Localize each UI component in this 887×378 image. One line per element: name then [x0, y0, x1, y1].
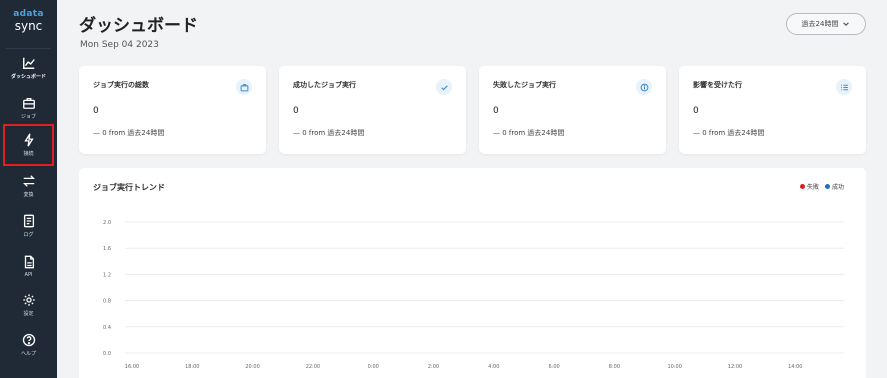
log-icon — [23, 214, 34, 228]
sidebar-item-connections[interactable]: 接続 — [3, 124, 54, 166]
sidebar-item-logs[interactable]: ログ — [4, 208, 53, 244]
sidebar-item-label: ダッシュボード — [10, 74, 46, 80]
card-value: 0 — [693, 106, 699, 116]
card-title: 影響を受けた行 — [693, 81, 742, 89]
sidebar-item-label: API — [24, 271, 33, 278]
job-trend-panel: ジョブ実行トレンド 失敗 成功 0.0 0.4 0.8 1.2 1.6 2.0 16:00 1… — [79, 168, 866, 378]
arrows-swap-icon — [22, 175, 35, 187]
x-tick-label: 20:00 — [245, 364, 259, 370]
card-title: 失敗したジョブ実行 — [493, 81, 556, 89]
x-tick-label: 12:00 — [728, 364, 742, 370]
help-icon — [22, 333, 35, 347]
sidebar-item-dashboard[interactable]: ダッシュボード — [4, 50, 53, 86]
sidebar-item-transform[interactable]: 変換 — [4, 168, 53, 204]
document-icon — [24, 255, 34, 268]
sidebar-item-help[interactable]: ヘルプ — [4, 327, 53, 363]
card-icon — [436, 79, 452, 95]
sidebar-item-settings[interactable]: 設定 — [4, 287, 53, 323]
sidebar: adata sync ダッシュボード ジョブ 接続 変換 ログ API 設定 ヘ… — [0, 0, 57, 378]
x-tick-label: 14:00 — [788, 364, 802, 370]
card-value: 0 — [293, 106, 299, 116]
y-tick-label: 1.2 — [103, 272, 111, 278]
sidebar-item-label: ジョブ — [20, 114, 36, 120]
gear-icon — [22, 294, 35, 306]
y-tick-label: 2.0 — [103, 220, 111, 226]
card-value: 0 — [493, 106, 499, 116]
x-tick-label: 18:00 — [185, 364, 199, 370]
app-logo[interactable]: adata sync — [13, 9, 44, 33]
stat-card-failed-runs: 失敗したジョブ実行 0 — 0 from 過去24時間 — [479, 66, 666, 154]
y-tick-label: 0.4 — [103, 325, 111, 331]
briefcase-icon — [22, 97, 35, 109]
x-tick-label: 10:00 — [667, 364, 681, 370]
sidebar-item-label: ログ — [23, 232, 34, 238]
card-icon — [836, 79, 852, 95]
trend-chart: 0.0 0.4 0.8 1.2 1.6 2.0 16:00 18:00 20:00 22:00 0:… — [103, 220, 844, 370]
x-tick-label: 6:00 — [548, 364, 559, 370]
card-value: 0 — [93, 106, 99, 116]
card-icon — [636, 79, 652, 95]
sidebar-item-label: 変換 — [23, 192, 34, 198]
logo-text-bottom: sync — [14, 19, 43, 33]
card-subtext: — 0 from 過去24時間 — [293, 129, 365, 137]
logo-text-top: adata — [13, 9, 44, 19]
list-icon — [840, 84, 848, 90]
x-tick-label: 22:00 — [306, 364, 320, 370]
current-date: Mon Sep 04 2023 — [80, 40, 159, 50]
sidebar-item-label: 接続 — [23, 151, 34, 157]
period-select-value: 過去24時間 — [801, 20, 839, 28]
sidebar-item-jobs[interactable]: ジョブ — [4, 90, 53, 126]
chart-line-icon — [22, 57, 35, 69]
briefcase-icon — [240, 83, 248, 91]
x-tick-label: 16:00 — [125, 364, 139, 370]
sidebar-item-api[interactable]: API — [4, 248, 53, 284]
check-icon — [440, 84, 448, 90]
card-title: ジョブ実行の総数 — [93, 81, 149, 89]
y-tick-label: 0.0 — [103, 351, 111, 357]
y-tick-label: 0.8 — [103, 299, 111, 305]
x-tick-label: 8:00 — [609, 364, 620, 370]
lightning-icon — [23, 133, 34, 147]
card-subtext: — 0 from 過去24時間 — [93, 129, 165, 137]
x-tick-label: 4:00 — [488, 364, 499, 370]
x-tick-label: 2:00 — [428, 364, 439, 370]
card-subtext: — 0 from 過去24時間 — [693, 129, 765, 137]
sidebar-divider — [6, 48, 51, 49]
y-tick-label: 1.6 — [103, 246, 111, 252]
stat-card-success-runs: 成功したジョブ実行 0 — 0 from 過去24時間 — [279, 66, 466, 154]
period-select[interactable]: 過去24時間 — [786, 13, 866, 35]
x-tick-label: 0:00 — [368, 364, 379, 370]
page-title: ダッシュボード — [79, 16, 198, 36]
card-title: 成功したジョブ実行 — [293, 81, 356, 89]
stat-card-affected-rows: 影響を受けた行 0 — 0 from 過去24時間 — [679, 66, 866, 154]
sidebar-item-label: 設定 — [23, 311, 34, 317]
chevron-down-icon — [843, 22, 850, 26]
card-subtext: — 0 from 過去24時間 — [493, 129, 565, 137]
info-icon — [640, 83, 648, 91]
stat-card-total-runs: ジョブ実行の総数 0 — 0 from 過去24時間 — [79, 66, 266, 154]
sidebar-item-label: ヘルプ — [20, 351, 36, 357]
card-icon — [236, 79, 252, 95]
